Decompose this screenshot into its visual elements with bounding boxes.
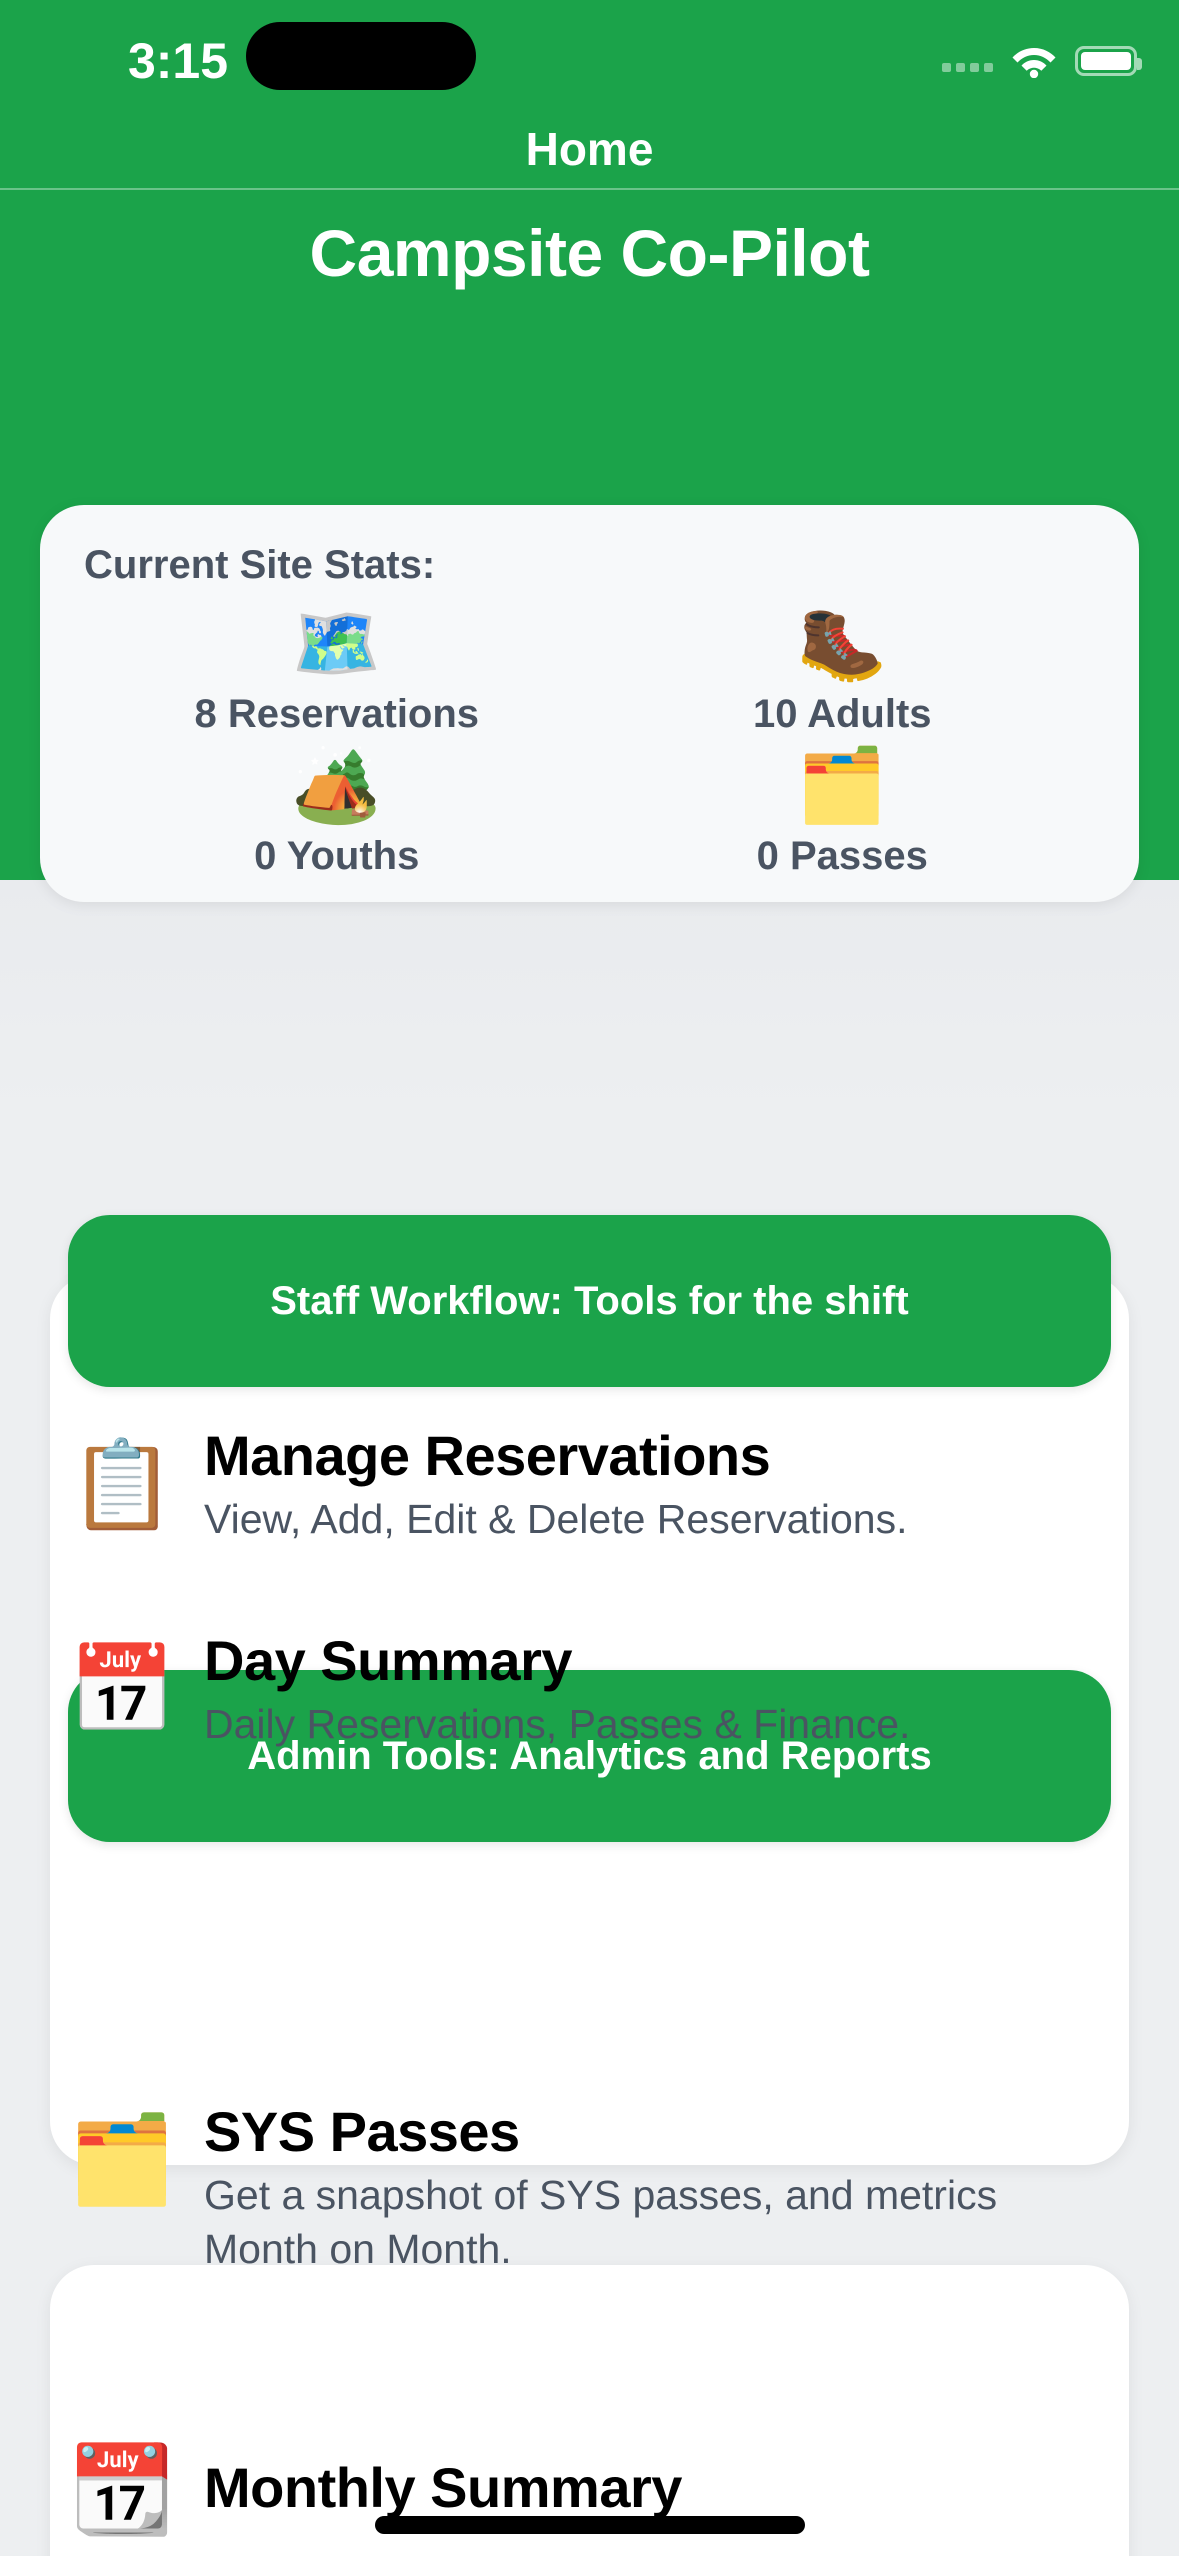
stat-passes: 🗂️ 0 Passes — [590, 740, 1096, 882]
map-icon: 🗺️ — [291, 603, 382, 684]
menu-item-title: Monthly Summary — [204, 2456, 682, 2519]
nav-title: Home — [525, 123, 654, 175]
spiral-calendar-icon: 📆 — [68, 2442, 176, 2538]
menu-item-text: Manage Reservations View, Add, Edit & De… — [204, 1424, 1089, 1546]
page-title: Campsite Co-Pilot — [309, 216, 870, 290]
menu-item-day-summary[interactable]: 📅 Day Summary Daily Reservations, Passes… — [50, 1600, 1129, 1780]
wifi-icon — [1011, 44, 1057, 78]
menu-item-manage-reservations[interactable]: 📋 Manage Reservations View, Add, Edit & … — [50, 1395, 1129, 1575]
menu-item-desc: Daily Reservations, Passes & Finance. — [204, 1701, 911, 1747]
menu-item-title: Day Summary — [204, 1629, 573, 1692]
stats-grid: 🗺️ 8 Reservations 🥾 10 Adults 🏕️ 0 Youth… — [84, 598, 1095, 882]
current-site-stats-card: Current Site Stats: 🗺️ 8 Reservations 🥾 … — [40, 505, 1139, 902]
status-bar: 3:15 — [0, 0, 1179, 120]
passes-stack-icon: 🗂️ — [68, 2112, 176, 2208]
stat-passes-label: 0 Passes — [756, 833, 928, 878]
stats-card-heading: Current Site Stats: — [84, 543, 436, 587]
stat-youths: 🏕️ 0 Youths — [84, 740, 590, 882]
dynamic-island — [246, 22, 476, 90]
stat-adults: 🥾 10 Adults — [590, 598, 1096, 740]
passes-stack-icon: 🗂️ — [797, 745, 888, 826]
menu-item-sys-passes[interactable]: 🗂️ SYS Passes Get a snapshot of SYS pass… — [50, 2080, 1129, 2320]
clipboard-pencil-icon: 📋 — [68, 1437, 176, 1533]
calendar-icon: 📅 — [68, 1642, 176, 1738]
nav-divider — [0, 188, 1179, 190]
stat-adults-label: 10 Adults — [752, 691, 932, 736]
menu-item-desc: View, Add, Edit & Delete Reservations. — [204, 1496, 908, 1542]
stat-reservations: 🗺️ 8 Reservations — [84, 598, 590, 740]
signal-dots-icon — [942, 50, 993, 72]
menu-item-text: SYS Passes Get a snapshot of SYS passes,… — [204, 2100, 1089, 2276]
status-bar-indicators — [942, 38, 1142, 84]
stat-youths-label: 0 Youths — [254, 833, 420, 878]
menu-item-text: Monthly Summary — [204, 2456, 1089, 2524]
home-indicator[interactable] — [374, 2516, 805, 2534]
status-bar-time: 3:15 — [127, 33, 229, 89]
menu-item-desc: Get a snapshot of SYS passes, and metric… — [204, 2172, 998, 2272]
hikers-icon: 🥾 — [797, 603, 888, 684]
staff-workflow-banner: Staff Workflow: Tools for the shift — [68, 1215, 1111, 1387]
stat-reservations-label: 8 Reservations — [194, 691, 480, 736]
phone-screen: 3:15 Home Campsite Co-Pilot Current Site… — [0, 0, 1179, 2556]
menu-item-title: Manage Reservations — [204, 1424, 771, 1487]
menu-item-title: SYS Passes — [204, 2100, 520, 2163]
menu-item-text: Day Summary Daily Reservations, Passes &… — [204, 1629, 1089, 1751]
battery-icon — [1075, 46, 1142, 76]
campfire-icon: 🏕️ — [291, 745, 382, 826]
